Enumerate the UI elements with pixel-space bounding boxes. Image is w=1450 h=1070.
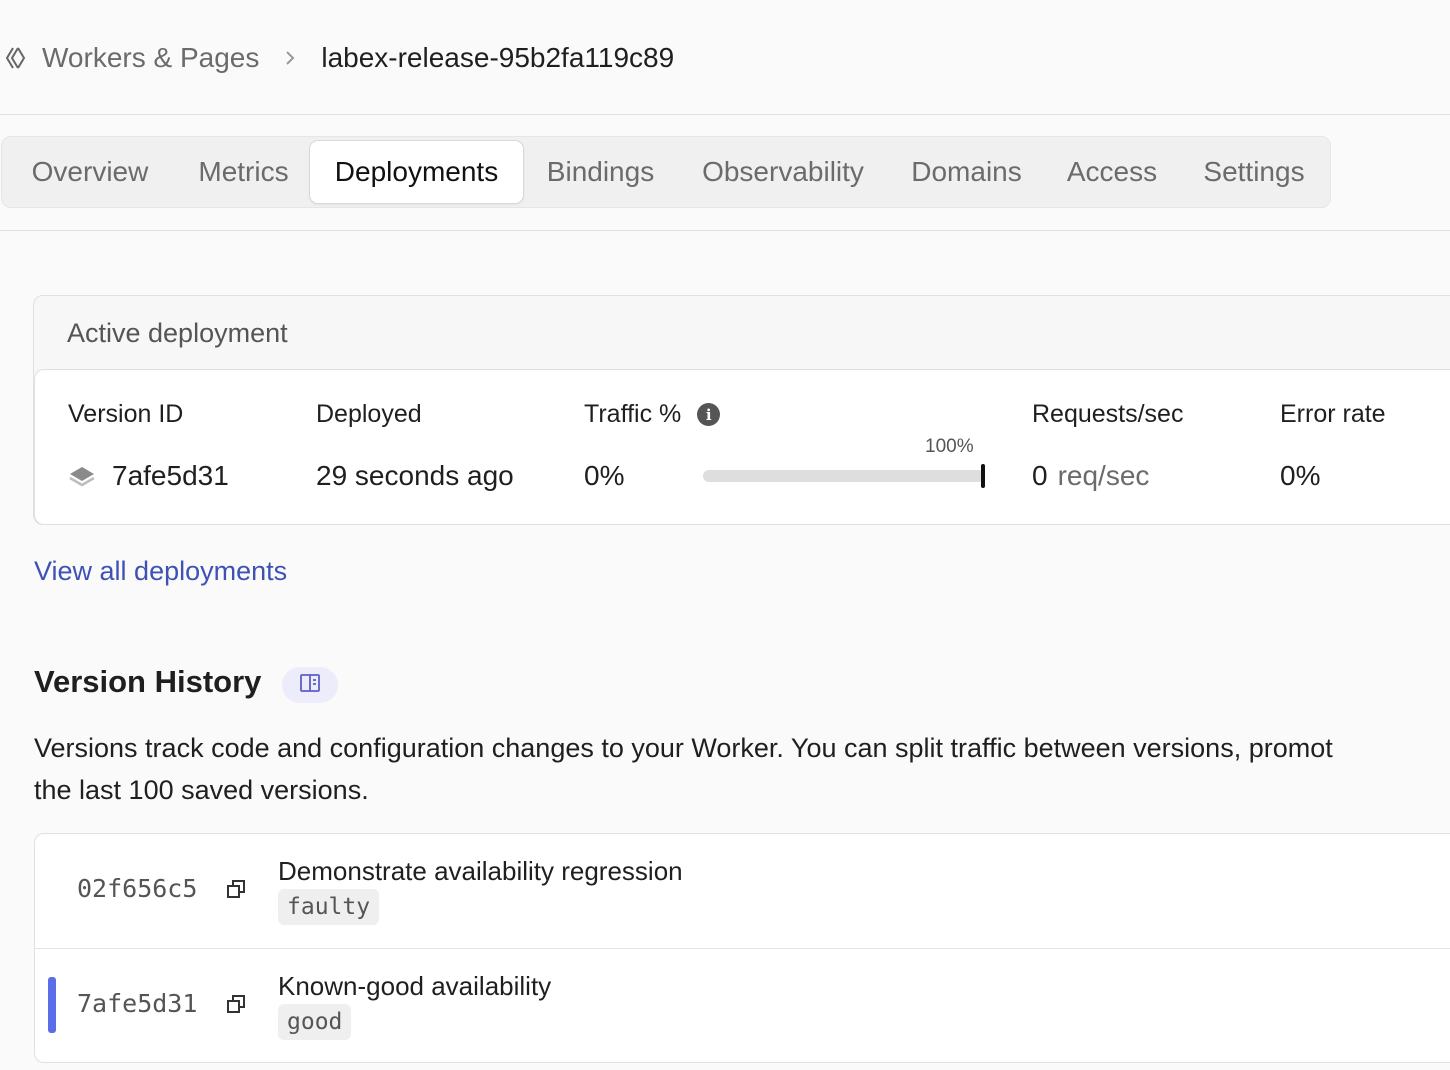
description-line-1: Versions track code and configuration ch… <box>34 733 1333 763</box>
book-icon <box>299 673 321 698</box>
header-version-id: Version ID <box>68 400 184 428</box>
traffic-bar <box>703 464 985 488</box>
tab-bindings[interactable]: Bindings <box>524 140 677 204</box>
version-history-description: Versions track code and configuration ch… <box>34 727 1450 811</box>
tab-deployments[interactable]: Deployments <box>309 140 524 204</box>
layers-icon <box>68 465 96 487</box>
deployed-time: 29 seconds ago <box>316 460 514 491</box>
header-deployed: Deployed <box>316 400 422 428</box>
active-version-id: 7afe5d31 <box>68 460 229 492</box>
view-all-deployments-link[interactable]: View all deployments <box>34 556 287 587</box>
header-traffic-label: Traffic % <box>584 400 682 428</box>
error-rate-value: 0% <box>1280 460 1321 491</box>
tab-observability[interactable]: Observability <box>677 140 889 204</box>
requests-value: 0 req/sec <box>1032 460 1149 492</box>
version-id: 7afe5d31 <box>77 989 198 1018</box>
requests-unit: req/sec <box>1057 460 1150 491</box>
active-deployment-card: Active deployment Version ID Deployed Tr… <box>33 295 1450 525</box>
requests-number: 0 <box>1032 460 1048 491</box>
copy-icon[interactable] <box>225 878 251 904</box>
breadcrumb-workers-pages[interactable]: Workers & Pages <box>42 42 259 74</box>
active-version-id-text: 7afe5d31 <box>112 460 229 491</box>
version-id: 02f656c5 <box>77 874 198 903</box>
tab-bar: Overview Metrics Deployments Bindings Ob… <box>1 136 1331 208</box>
breadcrumb: Workers & Pages labex-release-95b2fa119c… <box>4 36 674 80</box>
traffic-bar-label: 100% <box>925 436 974 457</box>
tabs-divider <box>0 230 1450 231</box>
traffic-value: 0% <box>584 460 625 491</box>
workers-icon <box>4 44 32 72</box>
header-traffic: Traffic % i <box>584 400 721 429</box>
tab-metrics[interactable]: Metrics <box>178 140 309 204</box>
version-message: Known-good availability <box>278 971 552 1001</box>
tab-domains[interactable]: Domains <box>889 140 1044 204</box>
active-deployment-title: Active deployment <box>67 318 288 348</box>
header-requests: Requests/sec <box>1032 400 1184 428</box>
version-tag: good <box>278 1004 352 1040</box>
active-version-indicator <box>48 977 56 1033</box>
docs-book-button[interactable] <box>282 667 338 703</box>
version-row[interactable]: 7afe5d31 Known-good availability good <box>35 948 1450 1062</box>
info-icon[interactable]: i <box>697 403 721 426</box>
version-row[interactable]: 02f656c5 Demonstrate availability regres… <box>35 834 1450 948</box>
active-deployment-details: Version ID Deployed Traffic % i Requests… <box>34 369 1450 525</box>
traffic-bar-marker <box>981 464 985 488</box>
description-line-2: the last 100 saved versions. <box>34 775 369 805</box>
tab-access[interactable]: Access <box>1044 140 1180 204</box>
version-message: Demonstrate availability regression <box>278 856 683 886</box>
version-history-title: Version History <box>34 664 262 699</box>
breadcrumb-current-worker: labex-release-95b2fa119c89 <box>321 42 675 73</box>
version-list: 02f656c5 Demonstrate availability regres… <box>34 833 1450 1063</box>
version-tag: faulty <box>278 889 380 925</box>
copy-icon[interactable] <box>225 993 251 1019</box>
header-divider <box>0 114 1450 115</box>
tab-settings[interactable]: Settings <box>1180 140 1328 204</box>
header-error-rate: Error rate <box>1280 400 1386 428</box>
chevron-right-icon <box>283 48 297 68</box>
tab-overview[interactable]: Overview <box>2 140 178 204</box>
